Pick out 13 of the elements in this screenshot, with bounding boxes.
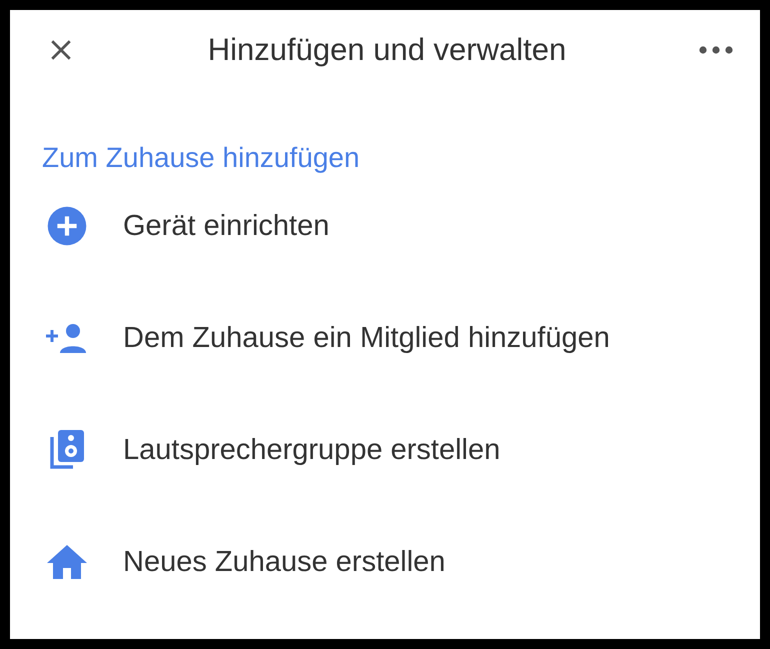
page-title: Hinzufügen und verwalten <box>208 32 566 68</box>
item-label: Dem Zuhause ein Mitglied hinzufügen <box>123 322 610 354</box>
item-label: Neues Zuhause erstellen <box>123 546 446 578</box>
plus-circle-icon <box>46 205 88 247</box>
menu-item[interactable]: Dem Zuhause ein Mitglied hinzufügen <box>10 282 760 394</box>
home-icon <box>46 544 88 580</box>
menu-item[interactable]: Lautsprechergruppe erstellen <box>10 394 760 506</box>
speaker-icon <box>48 429 84 471</box>
more-button[interactable] <box>698 45 734 55</box>
item-label: Gerät einrichten <box>123 210 330 242</box>
menu-item[interactable]: Neues Zuhause erstellen <box>10 506 760 618</box>
item-label: Lautsprechergruppe erstellen <box>123 434 500 466</box>
more-icon <box>698 45 734 55</box>
